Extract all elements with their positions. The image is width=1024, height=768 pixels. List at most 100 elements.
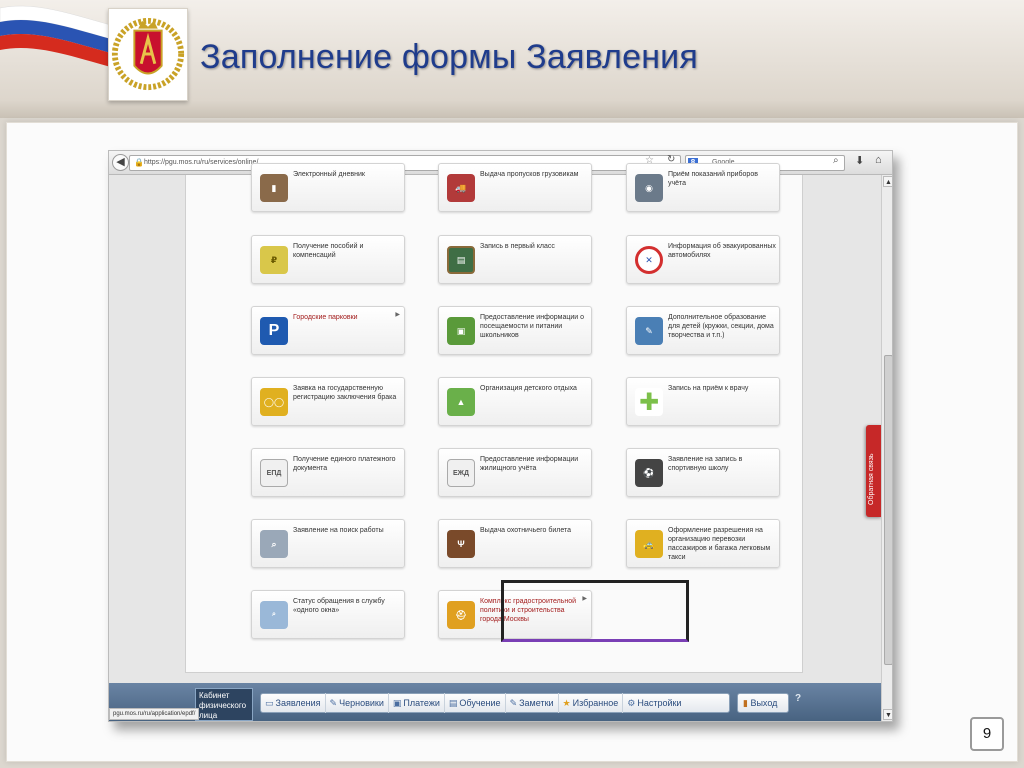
learning-icon: ▤ [448,697,458,708]
service-label: Электронный дневник [293,171,365,178]
scroll-down-icon[interactable]: ▼ [883,709,892,720]
services-panel: ▮ Электронный дневник 🚚 Выдача пропусков… [185,163,803,673]
medical-cross-icon: ✚ [635,388,663,416]
service-label: Получение единого платежного документа [293,456,396,472]
service-label: Выдача охотничьего билета [480,527,572,534]
service-label: Выдача пропусков грузовикам [480,171,579,178]
feedback-tab[interactable]: Обратная связь [866,425,882,517]
browser-screenshot: ◀ 🔒 https://pgu.mos.ru/ru/services/onlin… [108,150,893,722]
no-parking-icon: ✕ [635,246,663,274]
lock-icon: 🔒 [134,158,144,167]
service-label: Дополнительное образование для детей (кр… [668,314,774,339]
taxi-icon: 🚕 [635,530,663,558]
service-tile[interactable]: ✕ Информация об эвакуированных автомобил… [626,235,780,284]
menu-item-drafts[interactable]: ✎ Черновики [326,693,389,713]
money-icon: ₽ [260,246,288,274]
service-tile[interactable]: ◯◯ Заявка на государственную регистрацию… [251,377,405,426]
service-tile[interactable]: ◉ Приём показаний приборов учёта [626,163,780,212]
payments-icon: ▣ [392,697,402,708]
ezhd-document-icon: ЕЖД [447,459,475,487]
scrollbar[interactable]: ▲ ▼ [881,175,892,721]
cabinet-menu: ▭ Заявления ✎ Черновики ▣ Платежи ▤ Обучение… [260,693,730,713]
service-label: Приём показаний приборов учёта [668,171,758,187]
scroll-up-icon[interactable]: ▲ [883,176,892,187]
rings-icon: ◯◯ [260,388,288,416]
service-label: Организация детского отдыха [480,385,577,392]
menu-item-settings[interactable]: ⚙ Настройки [623,693,685,713]
help-icon[interactable]: ? [795,693,801,704]
service-tile[interactable]: ₽ Получение пособий и компенсаций [251,235,405,284]
back-arrow-icon[interactable]: ◀ [112,154,129,171]
applications-icon: ▭ [265,697,274,708]
service-tile[interactable]: ⚽ Заявление на запись в спортивную школу [626,448,780,497]
service-label: Оформление разрешения на организацию пер… [668,527,771,561]
address-text: https://pgu.mos.ru/ru/services/online/ [144,159,259,166]
blackboard-icon: ▤ [447,246,475,274]
service-tile[interactable]: Ψ Выдача охотничьего билета [438,519,592,568]
slide-header: Заполнение формы Заявления [0,0,1024,118]
service-tile[interactable]: ЕПД Получение единого платежного докумен… [251,448,405,497]
diary-icon: ▮ [260,174,288,202]
backpack-icon: ▣ [447,317,475,345]
menu-item-learning[interactable]: ▤ Обучение [445,693,506,713]
cabinet-label[interactable]: Кабинет физического лица [195,688,253,721]
service-tile[interactable]: ▤ Запись в первый класс [438,235,592,284]
service-tile[interactable]: ⌕ Заявление на поиск работы [251,519,405,568]
service-label: Предоставление информации о посещаемости… [480,314,585,339]
download-icon[interactable]: ⬇ [855,154,864,167]
service-tile[interactable]: 🚚 Выдача пропусков грузовикам [438,163,592,212]
selected-service-highlight [501,580,689,642]
truck-icon: 🚚 [447,174,475,202]
exit-button[interactable]: ▮ Выход [737,693,789,713]
construction-icon: ⛑ [447,601,475,629]
service-label: Заявка на государственную регистрацию за… [293,385,397,401]
service-tile[interactable]: P Городские парковки ▶ [251,306,405,355]
service-tile[interactable]: 🚕 Оформление разрешения на организацию п… [626,519,780,568]
landscape-icon: ▲ [447,388,475,416]
menu-item-payments[interactable]: ▣ Платежи [389,693,445,713]
address-bar[interactable]: 🔒 https://pgu.mos.ru/ru/services/online/ [129,155,681,171]
deer-icon: Ψ [447,530,475,558]
status-bar: pgu.mos.ru/ru/application/epdf/ [109,708,200,720]
page-viewport: ▮ Электронный дневник 🚚 Выдача пропусков… [109,163,882,683]
service-label: Получение пособий и компенсаций [293,243,364,259]
cabinet-bar: Кабинет физического лица ▭ Заявления ✎ Чер… [109,683,881,721]
service-label: Заявление на поиск работы [293,527,384,534]
drafts-icon: ✎ [329,697,338,708]
service-tile[interactable]: ЕЖД Предоставление информации жилищного … [438,448,592,497]
epd-document-icon: ЕПД [260,459,288,487]
service-tile[interactable]: ✎ Дополнительное образование для детей (… [626,306,780,355]
notes-icon: ✎ [509,697,518,708]
student-desk-icon: ✎ [635,317,663,345]
settings-icon: ⚙ [627,697,636,708]
job-search-icon: ⌕ [260,530,288,558]
service-tile[interactable]: ▣ Предоставление информации о посещаемос… [438,306,592,355]
service-label: Заявление на запись в спортивную школу [668,456,743,472]
one-window-icon: ⌕ [260,601,288,629]
favorites-icon: ★ [562,697,571,708]
service-label: Запись на приём к врачу [668,385,749,392]
parking-icon: P [260,317,288,345]
service-label: Запись в первый класс [480,243,555,250]
service-label: Городские парковки [293,314,358,321]
feedback-label: Обратная связь [868,453,875,505]
service-label: Статус обращения в службу «одного окна» [293,598,385,614]
service-tile[interactable]: ▮ Электронный дневник [251,163,405,212]
service-tile[interactable]: ▲ Организация детского отдыха [438,377,592,426]
search-icon[interactable]: ⌕ [833,155,839,166]
menu-item-favorites[interactable]: ★ Избранное [559,693,624,713]
service-tile[interactable]: ✚ Запись на приём к врачу [626,377,780,426]
sport-balls-icon: ⚽ [635,459,663,487]
menu-item-applications[interactable]: ▭ Заявления [261,693,326,713]
scroll-thumb[interactable] [884,355,892,665]
service-label: Информация об эвакуированных автомобилях [668,243,776,259]
home-icon[interactable]: ⌂ [875,154,882,166]
service-label: Предоставление информации жилищного учёт… [480,456,579,472]
page-number: 9 [970,717,1004,751]
menu-item-notes[interactable]: ✎ Заметки [506,693,559,713]
moscow-emblem-logo [108,8,188,101]
arrow-right-icon: ▶ [395,312,400,318]
meter-icon: ◉ [635,174,663,202]
slide-title: Заполнение формы Заявления [200,38,698,76]
service-tile[interactable]: ⌕ Статус обращения в службу «одного окна… [251,590,405,639]
